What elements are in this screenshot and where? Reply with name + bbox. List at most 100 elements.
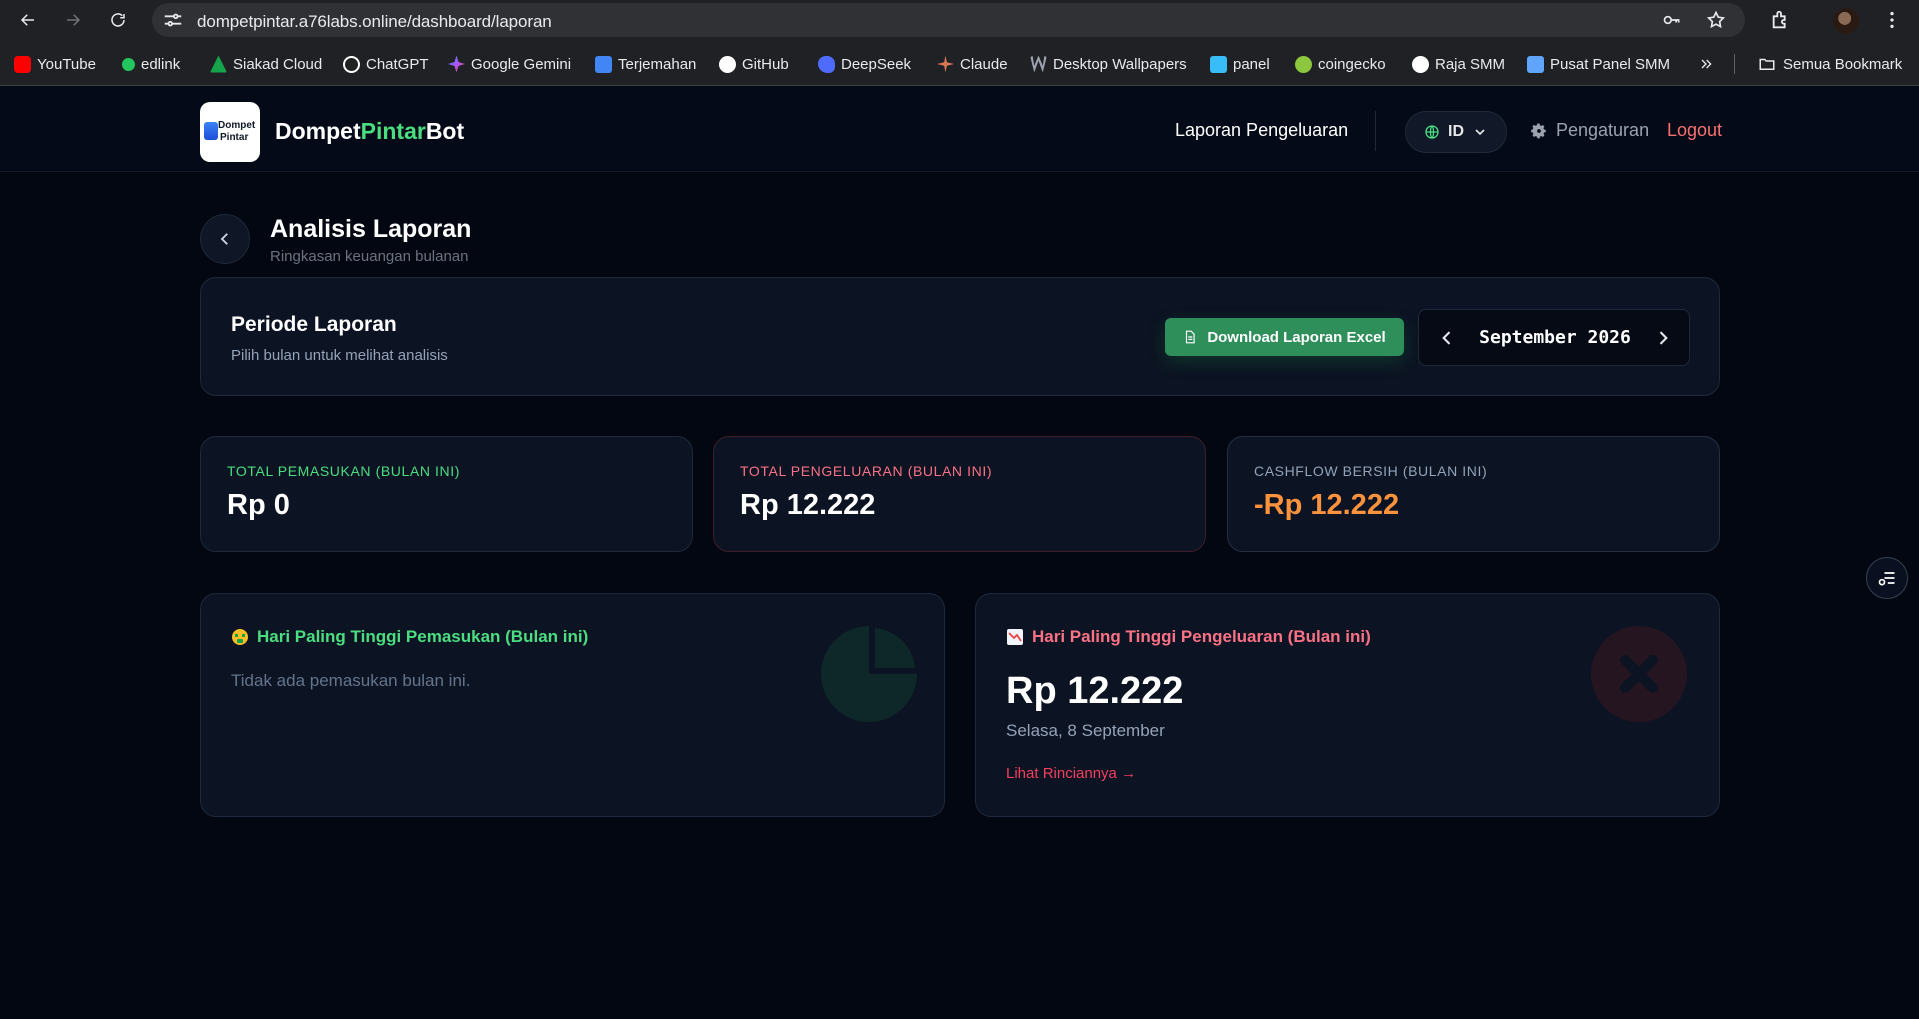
brand-part-2: Pintar [360, 118, 426, 144]
brand-part-1: Dompet [275, 118, 361, 144]
extensions-icon[interactable] [1770, 9, 1792, 31]
all-bookmarks-label: Semua Bookmark [1783, 55, 1903, 73]
bookmark-label: YouTube [37, 55, 96, 73]
bookmark-label: panel [1233, 55, 1270, 73]
raja-smm-icon [1412, 55, 1429, 73]
site-info-icon[interactable] [162, 9, 184, 31]
download-excel-button[interactable]: Download Laporan Excel [1165, 318, 1404, 356]
browser-menu-icon[interactable] [1881, 9, 1903, 31]
bookmark-terjemahan[interactable]: Terjemahan [595, 54, 696, 74]
bookmark-label: Pusat Panel SMM [1550, 55, 1671, 73]
chevron-down-icon [1475, 129, 1485, 136]
browser-reload-icon[interactable] [102, 4, 134, 36]
language-selector[interactable]: ID [1405, 111, 1507, 153]
password-key-icon[interactable] [1662, 10, 1682, 30]
logo-text-2: Pintar [220, 132, 249, 143]
filter-list-icon [1878, 572, 1895, 586]
header-divider [1375, 111, 1376, 151]
bookmark-github[interactable]: GitHub [719, 54, 789, 74]
view-details-link[interactable]: Lihat Rinciannya → [1006, 765, 1136, 782]
bookmark-pusat-panel-smm[interactable]: Pusat Panel SMM [1527, 54, 1670, 74]
brand-part-3: Bot [425, 118, 465, 144]
bookmark-label: Google Gemini [471, 55, 572, 73]
app-header: Dompet Pintar DompetPintarBot Laporan Pe… [0, 87, 1919, 172]
cashflow-label: CASHFLOW BERSIH (BULAN INI) [1254, 463, 1488, 479]
highest-income-day-card: Hari Paling Tinggi Pemasukan (Bulan ini)… [200, 593, 945, 817]
pusat-panel-icon [1527, 55, 1544, 73]
nav-laporan-pengeluaran[interactable]: Laporan Pengeluaran [1175, 120, 1348, 141]
brand-name[interactable]: DompetPintarBot [275, 118, 464, 145]
deepseek-icon [818, 55, 835, 73]
bookmark-panel[interactable]: panel [1210, 54, 1270, 74]
back-button[interactable] [200, 214, 250, 264]
money-face-icon [231, 628, 249, 646]
wallpapers-icon [1030, 55, 1047, 73]
app-logo[interactable]: Dompet Pintar [200, 102, 260, 162]
period-card: Periode Laporan Pilih bulan untuk meliha… [200, 277, 1720, 396]
gear-icon [1531, 123, 1546, 138]
chatgpt-icon [343, 55, 360, 73]
cashflow-value: -Rp 12.222 [1254, 489, 1400, 521]
income-value: Rp 0 [227, 489, 290, 521]
bookmark-star-icon[interactable] [1706, 10, 1726, 30]
browser-toolbar: dompetpintar.a76labs.online/dashboard/la… [0, 0, 1919, 41]
download-label: Download Laporan Excel [1207, 328, 1386, 346]
all-bookmarks-folder[interactable]: Semua Bookmark [1757, 54, 1902, 74]
globe-icon [1425, 125, 1439, 139]
next-month-button[interactable] [1653, 328, 1673, 348]
no-income-message: Tidak ada pemasukan bulan ini. [231, 671, 471, 690]
url-text[interactable]: dompetpintar.a76labs.online/dashboard/la… [197, 12, 552, 32]
chevron-left-icon [220, 233, 228, 245]
period-subtitle: Pilih bulan untuk melihat analisis [231, 347, 448, 364]
siakad-icon [210, 55, 227, 73]
bookmark-raja-smm[interactable]: Raja SMM [1412, 54, 1505, 74]
bookmark-coingecko[interactable]: coingecko [1295, 54, 1386, 74]
highest-expense-amount: Rp 12.222 [1006, 670, 1184, 712]
bookmark-label: coingecko [1318, 55, 1386, 73]
browser-back-icon[interactable] [12, 4, 44, 36]
youtube-icon [14, 55, 31, 73]
github-icon [719, 55, 736, 73]
chart-decreasing-icon [1006, 628, 1024, 646]
selected-month: September 2026 [1479, 327, 1631, 348]
coingecko-icon [1295, 55, 1312, 73]
highest-income-title-text: Hari Paling Tinggi Pemasukan (Bulan ini) [257, 627, 589, 646]
expense-value: Rp 12.222 [740, 489, 876, 521]
bookmark-label: Raja SMM [1435, 55, 1506, 73]
highest-expense-date: Selasa, 8 September [1006, 721, 1165, 740]
floating-filter-button[interactable] [1866, 557, 1908, 599]
bookmark-label: Claude [960, 55, 1008, 73]
total-income-card: TOTAL PEMASUKAN (BULAN INI) Rp 0 [200, 436, 693, 552]
bookmark-siakad-cloud[interactable]: Siakad Cloud [210, 54, 322, 74]
period-title: Periode Laporan [231, 313, 397, 336]
panel-icon [1210, 55, 1227, 73]
bookmark-chatgpt[interactable]: ChatGPT [343, 54, 429, 74]
bookmark-edlink[interactable]: edlink [122, 54, 180, 74]
document-icon [1186, 330, 1195, 344]
bookmark-youtube[interactable]: YouTube [14, 54, 96, 74]
net-cashflow-card: CASHFLOW BERSIH (BULAN INI) -Rp 12.222 [1227, 436, 1720, 552]
bookmark-label: Siakad Cloud [233, 55, 323, 73]
highest-expense-day-card: Hari Paling Tinggi Pengeluaran (Bulan in… [975, 593, 1720, 817]
bookmark-desktop-wallpapers[interactable]: Desktop Wallpapers [1030, 54, 1187, 74]
bookmark-label: ChatGPT [366, 55, 429, 73]
settings-label: Pengaturan [1556, 120, 1650, 140]
browser-forward-icon[interactable] [57, 4, 89, 36]
close-circle-icon [1591, 626, 1687, 722]
profile-avatar[interactable] [1833, 8, 1859, 34]
settings-link[interactable]: Pengaturan [1530, 120, 1649, 141]
bookmark-deepseek[interactable]: DeepSeek [818, 54, 911, 74]
edlink-icon [122, 57, 135, 71]
pie-chart-icon [821, 626, 917, 722]
bookmark-claude[interactable]: Claude [937, 54, 1008, 74]
logout-button[interactable]: Logout [1667, 120, 1722, 141]
language-code: ID [1448, 123, 1464, 140]
gemini-icon [448, 55, 465, 73]
address-bar[interactable]: dompetpintar.a76labs.online/dashboard/la… [152, 3, 1745, 37]
income-label: TOTAL PEMASUKAN (BULAN INI) [227, 463, 460, 479]
bookmark-label: Desktop Wallpapers [1053, 55, 1187, 73]
logo-text-1: Dompet [218, 120, 256, 131]
bookmark-google-gemini[interactable]: Google Gemini [448, 54, 571, 74]
bookmarks-overflow-icon[interactable] [1698, 54, 1714, 74]
month-picker: September 2026 [1418, 309, 1690, 366]
